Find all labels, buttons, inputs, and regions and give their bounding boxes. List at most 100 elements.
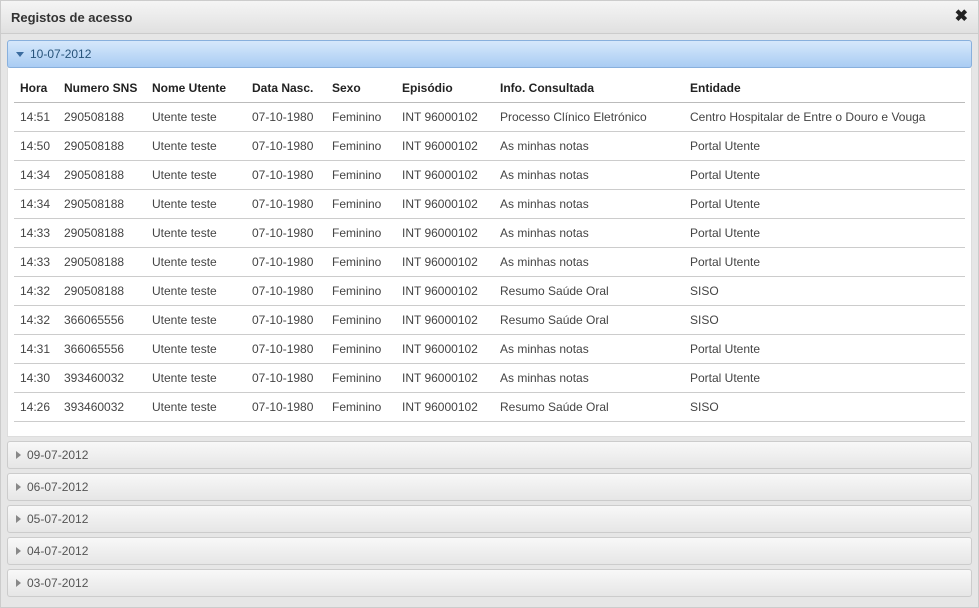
close-icon[interactable]: ✖ (955, 9, 968, 25)
cell-episodio: INT 96000102 (396, 132, 494, 161)
accordion-date-label: 09-07-2012 (27, 448, 88, 462)
cell-episodio: INT 96000102 (396, 190, 494, 219)
cell-data_nasc: 07-10-1980 (246, 277, 326, 306)
cell-data_nasc: 07-10-1980 (246, 132, 326, 161)
accordion-item-collapsed: 05-07-2012 (7, 505, 972, 533)
cell-info_consultada: As minhas notas (494, 335, 684, 364)
cell-episodio: INT 96000102 (396, 364, 494, 393)
accordion-item-expanded: 10-07-2012 Hora Numero SNS Nome Utente D… (7, 40, 972, 437)
cell-episodio: INT 96000102 (396, 248, 494, 277)
cell-hora: 14:32 (14, 277, 58, 306)
table-row: 14:34290508188Utente teste07-10-1980Femi… (14, 190, 965, 219)
window-title: Registos de acesso (11, 10, 132, 25)
table-row: 14:51290508188Utente teste07-10-1980Femi… (14, 103, 965, 132)
cell-hora: 14:33 (14, 248, 58, 277)
cell-data_nasc: 07-10-1980 (246, 190, 326, 219)
cell-data_nasc: 07-10-1980 (246, 103, 326, 132)
cell-nome_utente: Utente teste (146, 306, 246, 335)
col-header-data-nasc: Data Nasc. (246, 74, 326, 103)
cell-data_nasc: 07-10-1980 (246, 219, 326, 248)
cell-hora: 14:33 (14, 219, 58, 248)
col-header-nome-utente: Nome Utente (146, 74, 246, 103)
cell-data_nasc: 07-10-1980 (246, 364, 326, 393)
cell-sexo: Feminino (326, 161, 396, 190)
table-row: 14:33290508188Utente teste07-10-1980Femi… (14, 219, 965, 248)
cell-hora: 14:34 (14, 190, 58, 219)
cell-info_consultada: Resumo Saúde Oral (494, 277, 684, 306)
cell-nome_utente: Utente teste (146, 364, 246, 393)
cell-hora: 14:32 (14, 306, 58, 335)
accordion-date-label: 04-07-2012 (27, 544, 88, 558)
accordion-header-05-07-2012[interactable]: 05-07-2012 (7, 505, 972, 533)
cell-sexo: Feminino (326, 190, 396, 219)
accordion-date-label: 06-07-2012 (27, 480, 88, 494)
cell-nome_utente: Utente teste (146, 335, 246, 364)
accordion-header-06-07-2012[interactable]: 06-07-2012 (7, 473, 972, 501)
chevron-down-icon (16, 52, 24, 57)
title-bar: Registos de acesso ✖ (1, 1, 978, 34)
cell-sexo: Feminino (326, 393, 396, 422)
chevron-right-icon (16, 483, 21, 491)
cell-nome_utente: Utente teste (146, 277, 246, 306)
col-header-episodio: Episódio (396, 74, 494, 103)
cell-episodio: INT 96000102 (396, 277, 494, 306)
cell-numero_sns: 393460032 (58, 393, 146, 422)
cell-sexo: Feminino (326, 277, 396, 306)
table-row: 14:32366065556Utente teste07-10-1980Femi… (14, 306, 965, 335)
chevron-right-icon (16, 451, 21, 459)
cell-numero_sns: 290508188 (58, 132, 146, 161)
cell-entidade: Portal Utente (684, 219, 965, 248)
cell-entidade: Portal Utente (684, 161, 965, 190)
table-row: 14:34290508188Utente teste07-10-1980Femi… (14, 161, 965, 190)
cell-info_consultada: As minhas notas (494, 161, 684, 190)
col-header-sexo: Sexo (326, 74, 396, 103)
cell-entidade: Portal Utente (684, 132, 965, 161)
cell-info_consultada: Resumo Saúde Oral (494, 306, 684, 335)
table-row: 14:50290508188Utente teste07-10-1980Femi… (14, 132, 965, 161)
cell-numero_sns: 290508188 (58, 219, 146, 248)
cell-episodio: INT 96000102 (396, 335, 494, 364)
cell-sexo: Feminino (326, 248, 396, 277)
table-row: 14:30393460032Utente teste07-10-1980Femi… (14, 364, 965, 393)
cell-nome_utente: Utente teste (146, 132, 246, 161)
cell-numero_sns: 290508188 (58, 103, 146, 132)
cell-info_consultada: As minhas notas (494, 248, 684, 277)
cell-hora: 14:26 (14, 393, 58, 422)
cell-info_consultada: As minhas notas (494, 190, 684, 219)
accordion-header-03-07-2012[interactable]: 03-07-2012 (7, 569, 972, 597)
cell-nome_utente: Utente teste (146, 161, 246, 190)
cell-hora: 14:31 (14, 335, 58, 364)
table-row: 14:31366065556Utente teste07-10-1980Femi… (14, 335, 965, 364)
cell-entidade: Centro Hospitalar de Entre o Douro e Vou… (684, 103, 965, 132)
accordion-item-collapsed: 09-07-2012 (7, 441, 972, 469)
chevron-right-icon (16, 515, 21, 523)
chevron-right-icon (16, 547, 21, 555)
cell-entidade: Portal Utente (684, 364, 965, 393)
cell-sexo: Feminino (326, 132, 396, 161)
cell-data_nasc: 07-10-1980 (246, 161, 326, 190)
cell-nome_utente: Utente teste (146, 248, 246, 277)
cell-data_nasc: 07-10-1980 (246, 393, 326, 422)
col-header-hora: Hora (14, 74, 58, 103)
chevron-right-icon (16, 579, 21, 587)
cell-episodio: INT 96000102 (396, 393, 494, 422)
cell-data_nasc: 07-10-1980 (246, 306, 326, 335)
cell-nome_utente: Utente teste (146, 103, 246, 132)
cell-entidade: SISO (684, 393, 965, 422)
cell-data_nasc: 07-10-1980 (246, 335, 326, 364)
access-log-window: Registos de acesso ✖ 10-07-2012 Hora Num… (0, 0, 979, 608)
accordion-header-09-07-2012[interactable]: 09-07-2012 (7, 441, 972, 469)
accordion-header-10-07-2012[interactable]: 10-07-2012 (7, 40, 972, 68)
cell-episodio: INT 96000102 (396, 306, 494, 335)
table-row: 14:26393460032Utente teste07-10-1980Femi… (14, 393, 965, 422)
cell-nome_utente: Utente teste (146, 190, 246, 219)
accordion-header-04-07-2012[interactable]: 04-07-2012 (7, 537, 972, 565)
cell-numero_sns: 366065556 (58, 335, 146, 364)
cell-entidade: Portal Utente (684, 190, 965, 219)
cell-entidade: SISO (684, 306, 965, 335)
accordion-item-collapsed: 04-07-2012 (7, 537, 972, 565)
cell-nome_utente: Utente teste (146, 219, 246, 248)
cell-data_nasc: 07-10-1980 (246, 248, 326, 277)
content-area: 10-07-2012 Hora Numero SNS Nome Utente D… (1, 34, 978, 607)
cell-hora: 14:34 (14, 161, 58, 190)
